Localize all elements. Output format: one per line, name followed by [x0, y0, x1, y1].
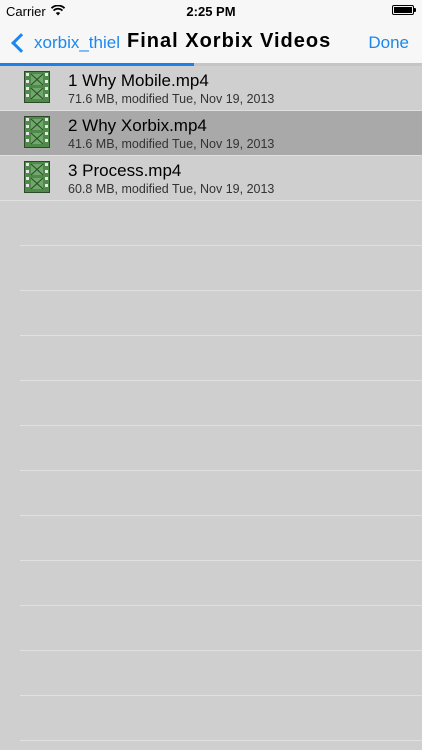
empty-list-rows — [20, 201, 422, 741]
file-meta: 71.6 MB, modified Tue, Nov 19, 2013 — [68, 92, 275, 106]
empty-row — [20, 516, 422, 561]
empty-row — [20, 471, 422, 516]
done-button[interactable]: Done — [368, 33, 409, 53]
file-meta: 60.8 MB, modified Tue, Nov 19, 2013 — [68, 182, 275, 196]
empty-row — [20, 201, 422, 246]
film-video-file-icon — [24, 71, 50, 103]
navigation-bar: xorbix_thiel Final Xorbix Videos Done — [0, 22, 422, 65]
file-name: 2 Why Xorbix.mp4 — [68, 116, 207, 135]
empty-row — [20, 336, 422, 381]
back-button[interactable]: xorbix_thiel — [10, 31, 120, 55]
file-row[interactable]: 3 Process.mp4 60.8 MB, modified Tue, Nov… — [0, 156, 422, 201]
empty-row — [20, 561, 422, 606]
file-row[interactable]: 2 Why Xorbix.mp4 41.6 MB, modified Tue, … — [0, 111, 422, 156]
file-row[interactable]: 1 Why Mobile.mp4 71.6 MB, modified Tue, … — [0, 66, 422, 111]
back-button-label: xorbix_thiel — [34, 33, 120, 52]
empty-row — [20, 381, 422, 426]
empty-row — [20, 651, 422, 696]
file-meta: 41.6 MB, modified Tue, Nov 19, 2013 — [68, 137, 275, 151]
empty-row — [20, 606, 422, 651]
chevron-left-icon — [11, 33, 31, 53]
empty-row — [20, 291, 422, 336]
empty-row — [20, 426, 422, 471]
empty-row — [20, 246, 422, 291]
file-name: 3 Process.mp4 — [68, 161, 182, 180]
status-time: 2:25 PM — [186, 4, 236, 19]
film-video-file-icon — [24, 116, 50, 148]
status-bar: Carrier 2:25 PM — [0, 0, 422, 22]
battery-icon — [392, 5, 416, 15]
empty-row — [20, 696, 422, 741]
file-list: 1 Why Mobile.mp4 71.6 MB, modified Tue, … — [0, 66, 422, 741]
battery-fill — [394, 7, 412, 13]
film-video-file-icon — [24, 161, 50, 193]
page-title: Final Xorbix Videos — [127, 30, 332, 52]
file-name: 1 Why Mobile.mp4 — [68, 71, 209, 90]
